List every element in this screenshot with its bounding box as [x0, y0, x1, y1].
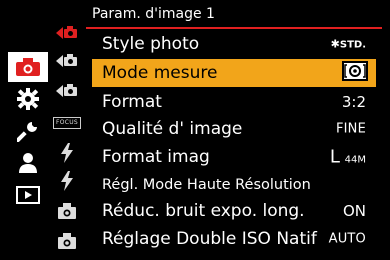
camera-icon — [15, 57, 41, 77]
main-tab-playback[interactable] — [8, 180, 48, 210]
main-category-nav — [8, 52, 48, 260]
gear-icon — [17, 88, 39, 110]
camera-body-icon — [57, 232, 77, 250]
camera-page-1-icon — [56, 25, 78, 41]
multi-metering-icon — [342, 61, 368, 85]
focus-icon: FOCUS — [52, 117, 82, 129]
sub-tab-1[interactable] — [50, 18, 84, 48]
sub-tab-focus[interactable]: FOCUS — [50, 108, 84, 138]
menu-item-label: Régl. Mode Haute Résolution — [102, 177, 311, 193]
main-tab-setup[interactable] — [8, 116, 48, 146]
header-divider — [86, 27, 382, 29]
sub-tab-flash-1[interactable] — [50, 138, 84, 168]
menu-item-value: AUTO — [328, 231, 366, 247]
menu-item-photo-style[interactable]: Style photo ✱STD. — [92, 30, 376, 58]
playback-icon — [16, 186, 40, 204]
menu-item-label: Réglage Double ISO Natif — [102, 229, 317, 249]
main-tab-camera[interactable] — [8, 52, 48, 82]
menu-item-long-exposure-nr[interactable]: Réduc. bruit expo. long. ON — [92, 197, 376, 225]
menu-item-value: 3:2 — [341, 93, 366, 111]
menu-item-label: Réduc. bruit expo. long. — [102, 201, 305, 221]
menu-item-metering-mode[interactable]: Mode mesure — [92, 59, 376, 87]
menu-item-value: FINE — [335, 121, 366, 137]
menu-item-aspect-ratio[interactable]: Format 3:2 — [92, 88, 376, 116]
menu-item-label: Qualité d' image — [102, 119, 243, 139]
page-title: Param. d'image 1 — [92, 6, 215, 22]
menu-item-dual-native-iso[interactable]: Réglage Double ISO Natif AUTO — [92, 225, 376, 253]
menu-item-value: ON — [342, 202, 366, 220]
camera-page-2-icon — [56, 53, 78, 69]
sub-tab-camera-b[interactable] — [50, 226, 84, 256]
sub-tab-2[interactable] — [50, 46, 84, 76]
flash-icon — [60, 171, 74, 191]
sub-tab-camera-a[interactable] — [50, 196, 84, 226]
main-tab-my-menu[interactable] — [8, 148, 48, 178]
sub-tab-flash-2[interactable] — [50, 166, 84, 196]
main-tab-custom[interactable] — [8, 84, 48, 114]
menu-item-label: Mode mesure — [102, 63, 218, 83]
sub-tab-3[interactable] — [50, 76, 84, 106]
photo-style-standard-icon: ✱STD. — [330, 37, 366, 51]
person-icon — [17, 152, 39, 174]
wrench-icon — [17, 120, 39, 142]
menu-item-image-quality[interactable]: Qualité d' image FINE — [92, 115, 376, 143]
menu-item-label: Format imag — [102, 147, 210, 167]
sub-page-nav: FOCUS — [50, 14, 84, 260]
camera-body-icon — [57, 202, 77, 220]
camera-page-3-icon — [56, 83, 78, 99]
menu-item-value: L 44M — [329, 146, 366, 168]
camera-menu-screen: Param. d'image 1 FOCUS Style photo ✱STD.… — [0, 0, 390, 260]
menu-item-label: Style photo — [102, 34, 200, 54]
flash-icon — [60, 143, 74, 163]
menu-item-high-resolution-mode[interactable]: Régl. Mode Haute Résolution — [92, 171, 376, 199]
menu-item-image-size[interactable]: Format imag L 44M — [92, 143, 376, 171]
menu-item-label: Format — [102, 92, 162, 112]
